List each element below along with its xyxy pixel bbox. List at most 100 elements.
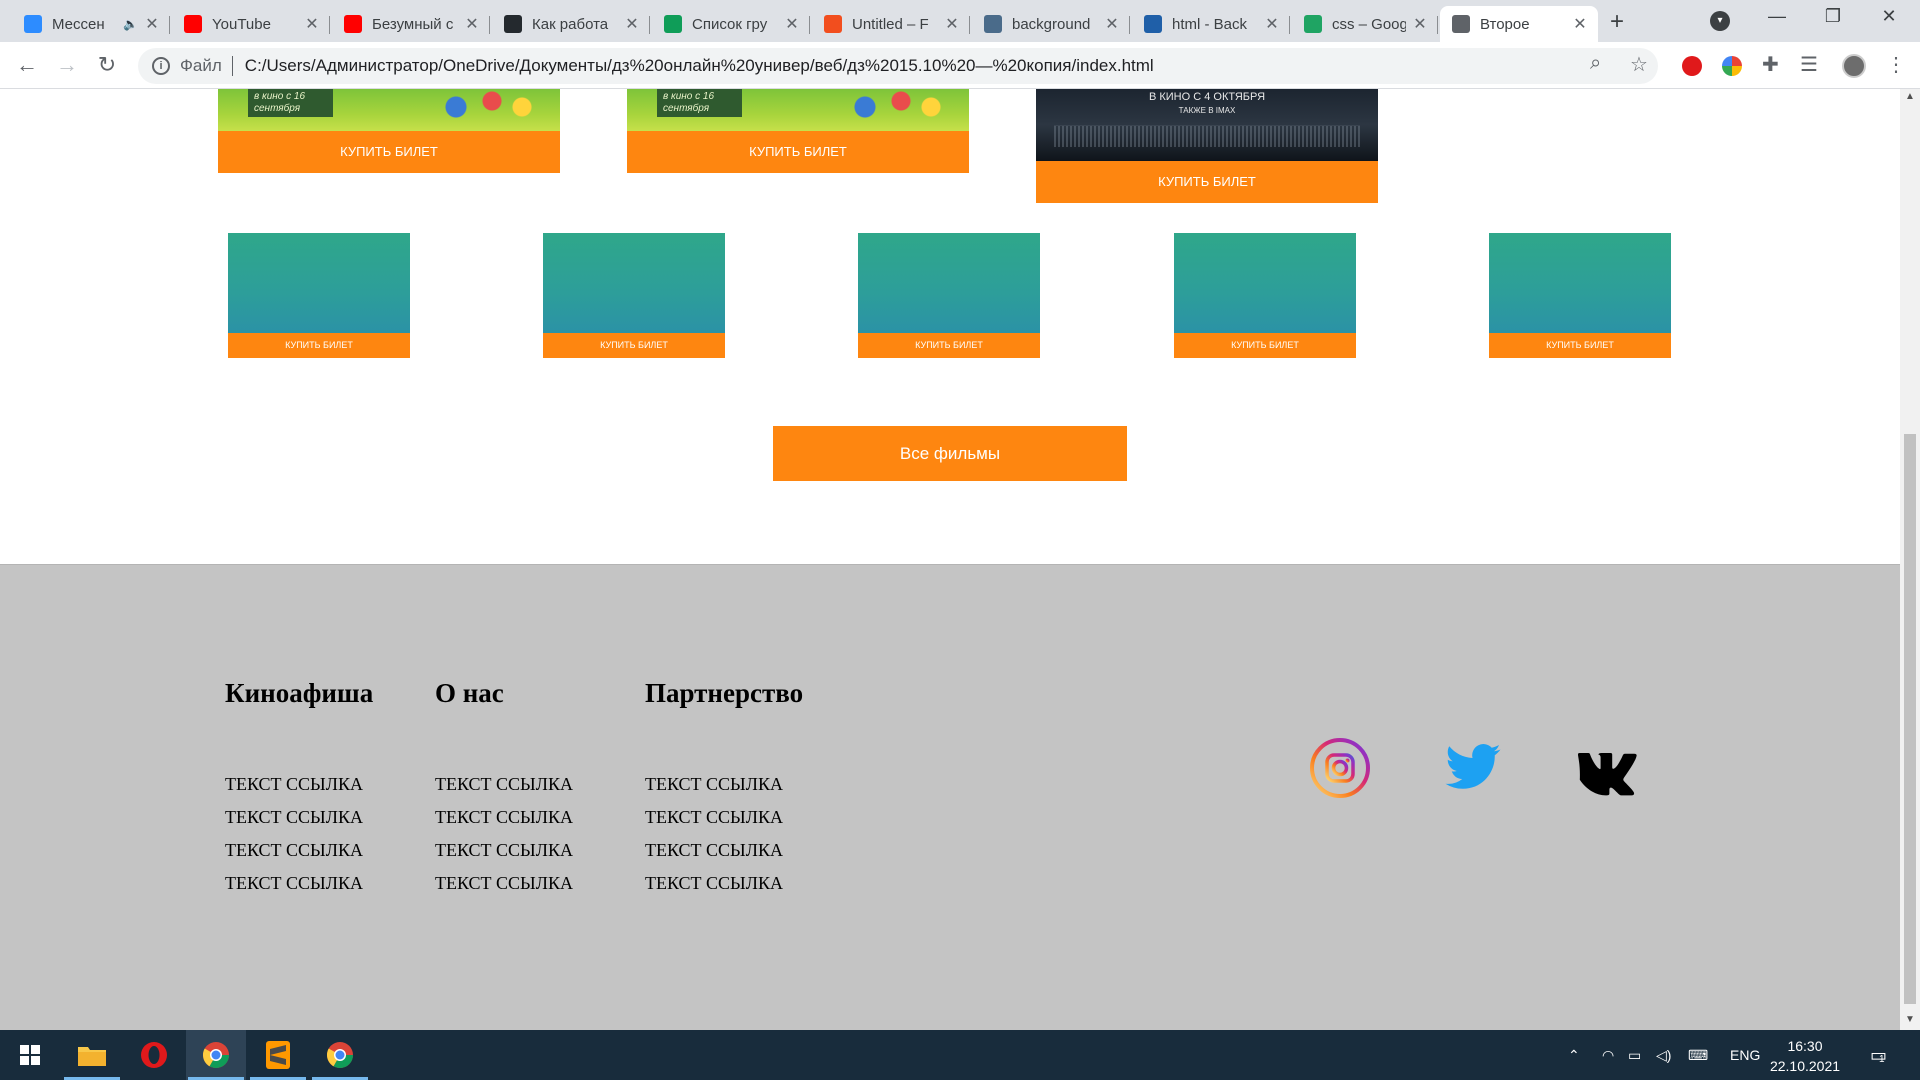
taskbar-clock[interactable]: 16:30 22.10.2021 [1765,1036,1845,1076]
close-tab-icon[interactable]: ✕ [464,14,480,34]
movie-thumb-image [858,233,1040,333]
footer-link[interactable]: ТЕКСТ ССЫЛКА [435,801,573,834]
new-tab-button[interactable]: + [1610,8,1624,36]
movie-poster-card: в кино с 16 сентября КУПИТЬ БИЛЕТ [627,89,969,173]
back-button[interactable]: ← [12,52,42,78]
twitter-icon[interactable] [1443,738,1503,798]
movie-poster-card: в кино с 16 сентября КУПИТЬ БИЛЕТ [218,89,560,173]
poster-release-note: в кино с 16 сентября [657,89,742,117]
browser-tab[interactable]: Список гру ✕ [652,6,810,42]
browser-tab-title: Как работа [532,15,609,33]
sublime-text-icon[interactable] [248,1030,308,1080]
windows-taskbar: ⌃ ◠ ▭ ◁) ⌨ ENG 16:30 22.10.2021 ▭ 1 [0,1030,1920,1080]
scrollbar-thumb[interactable] [1904,434,1916,1004]
tab-separator [1437,16,1438,34]
tab-search-icon[interactable]: ▾ [1710,11,1730,31]
chrome-icon[interactable] [310,1030,370,1080]
browser-tab[interactable]: Untitled – F ✕ [812,6,970,42]
adblock-extension-icon[interactable] [1682,56,1702,76]
page-scrollbar[interactable]: ▲ ▼ [1900,89,1920,1030]
extensions-puzzle-icon[interactable]: ✚ [1762,52,1779,77]
poster-illustration [829,89,949,119]
footer-link[interactable]: ТЕКСТ ССЫЛКА [645,768,783,801]
browser-tab[interactable]: Мессен 🔈 ✕ [12,6,170,42]
scroll-up-arrow-icon[interactable]: ▲ [1905,91,1915,102]
notifications-icon[interactable]: ▭ 1 [1870,1030,1887,1080]
close-tab-icon[interactable]: ✕ [1572,14,1588,34]
browser-tab[interactable]: css – Googl ✕ [1292,6,1438,42]
footer-link[interactable]: ТЕКСТ ССЫЛКА [225,834,363,867]
footer-link[interactable]: ТЕКСТ ССЫЛКА [645,801,783,834]
browser-tab[interactable]: Как работа ✕ [492,6,650,42]
footer-link[interactable]: ТЕКСТ ССЫЛКА [645,834,783,867]
tab-separator [1289,16,1290,34]
close-tab-icon[interactable]: ✕ [304,14,320,34]
reload-button[interactable]: ↻ [92,52,122,78]
close-tab-icon[interactable]: ✕ [1264,14,1280,34]
buy-ticket-button[interactable]: КУПИТЬ БИЛЕТ [1036,161,1378,203]
address-url[interactable]: C:/Users/Администратор/OneDrive/Документ… [245,56,1154,76]
movie-thumb-card: КУПИТЬ БИЛЕТ [543,233,725,358]
tab-separator [649,16,650,34]
menu-kebab-icon[interactable]: ⋮ [1886,52,1906,77]
wifi-icon[interactable]: ◠ [1602,1030,1614,1080]
browser-tab[interactable]: YouTube ✕ [172,6,330,42]
start-button[interactable] [0,1030,60,1080]
forward-button[interactable]: → [52,52,82,78]
close-tab-icon[interactable]: ✕ [784,14,800,34]
address-bar[interactable]: i Файл C:/Users/Администратор/OneDrive/Д… [138,48,1658,84]
reading-list-icon[interactable]: ☰ [1800,52,1818,77]
language-indicator[interactable]: ENG [1730,1030,1760,1080]
movie-poster-image: В КИНО С 4 ОКТЯБРЯ ТАКЖЕ В IMAX [1036,89,1378,161]
close-tab-icon[interactable]: ✕ [624,14,640,34]
opera-icon[interactable] [124,1030,184,1080]
keyboard-icon[interactable]: ⌨ [1688,1030,1708,1080]
buy-ticket-button[interactable]: КУПИТЬ БИЛЕТ [627,131,969,173]
buy-ticket-button[interactable]: КУПИТЬ БИЛЕТ [1174,333,1356,358]
battery-icon[interactable]: ▭ [1628,1030,1641,1080]
movie-thumb-card: КУПИТЬ БИЛЕТ [1489,233,1671,358]
buy-ticket-button[interactable]: КУПИТЬ БИЛЕТ [543,333,725,358]
all-films-button[interactable]: Все фильмы [773,426,1127,481]
footer-link[interactable]: ТЕКСТ ССЫЛКА [225,801,363,834]
footer-link[interactable]: ТЕКСТ ССЫЛКА [435,867,573,900]
buy-ticket-button[interactable]: КУПИТЬ БИЛЕТ [1489,333,1671,358]
close-tab-icon[interactable]: ✕ [1104,14,1120,34]
close-window-button[interactable]: ✕ [1874,6,1904,27]
close-tab-icon[interactable]: ✕ [944,14,960,34]
instagram-icon[interactable] [1310,738,1370,798]
profile-avatar[interactable] [1842,54,1866,78]
buy-ticket-button[interactable]: КУПИТЬ БИЛЕТ [228,333,410,358]
tab-audio-icon[interactable]: 🔈 [123,17,138,31]
footer-link[interactable]: ТЕКСТ ССЫЛКА [225,867,363,900]
browser-tab[interactable]: background ✕ [972,6,1130,42]
movie-thumb-image [543,233,725,333]
volume-icon[interactable]: ◁) [1656,1030,1671,1080]
browser-tab-title: Untitled – F [852,15,929,33]
footer-link[interactable]: ТЕКСТ ССЫЛКА [435,834,573,867]
notifications-count: 1 [1879,1053,1885,1065]
browser-tab[interactable]: Безумный с ✕ [332,6,490,42]
browser-tab-title: html - Back [1172,15,1248,33]
close-tab-icon[interactable]: ✕ [1412,14,1428,34]
browser-tab[interactable]: html - Back ✕ [1132,6,1290,42]
buy-ticket-button[interactable]: КУПИТЬ БИЛЕТ [858,333,1040,358]
buy-ticket-button[interactable]: КУПИТЬ БИЛЕТ [218,131,560,173]
vk-icon[interactable] [1576,738,1637,798]
footer-link[interactable]: ТЕКСТ ССЫЛКА [225,768,363,801]
footer-link[interactable]: ТЕКСТ ССЫЛКА [435,768,573,801]
colorful-extension-icon[interactable] [1722,56,1742,76]
bookmark-star-icon[interactable]: ☆ [1630,52,1648,77]
show-hidden-icons-icon[interactable]: ⌃ [1568,1030,1580,1080]
maximize-button[interactable]: ❐ [1818,6,1848,27]
footer-link[interactable]: ТЕКСТ ССЫЛКА [645,867,783,900]
chrome-icon[interactable] [186,1030,246,1080]
file-explorer-icon[interactable] [62,1030,122,1080]
scroll-down-arrow-icon[interactable]: ▼ [1905,1014,1915,1025]
close-tab-icon[interactable]: ✕ [144,14,160,34]
zoom-icon[interactable]: ⌕ [1590,52,1601,75]
minimize-button[interactable]: — [1762,6,1792,27]
browser-tab[interactable]: Второе ✕ [1440,6,1598,42]
tab-separator [169,16,170,34]
site-info-icon[interactable]: i [152,57,170,75]
